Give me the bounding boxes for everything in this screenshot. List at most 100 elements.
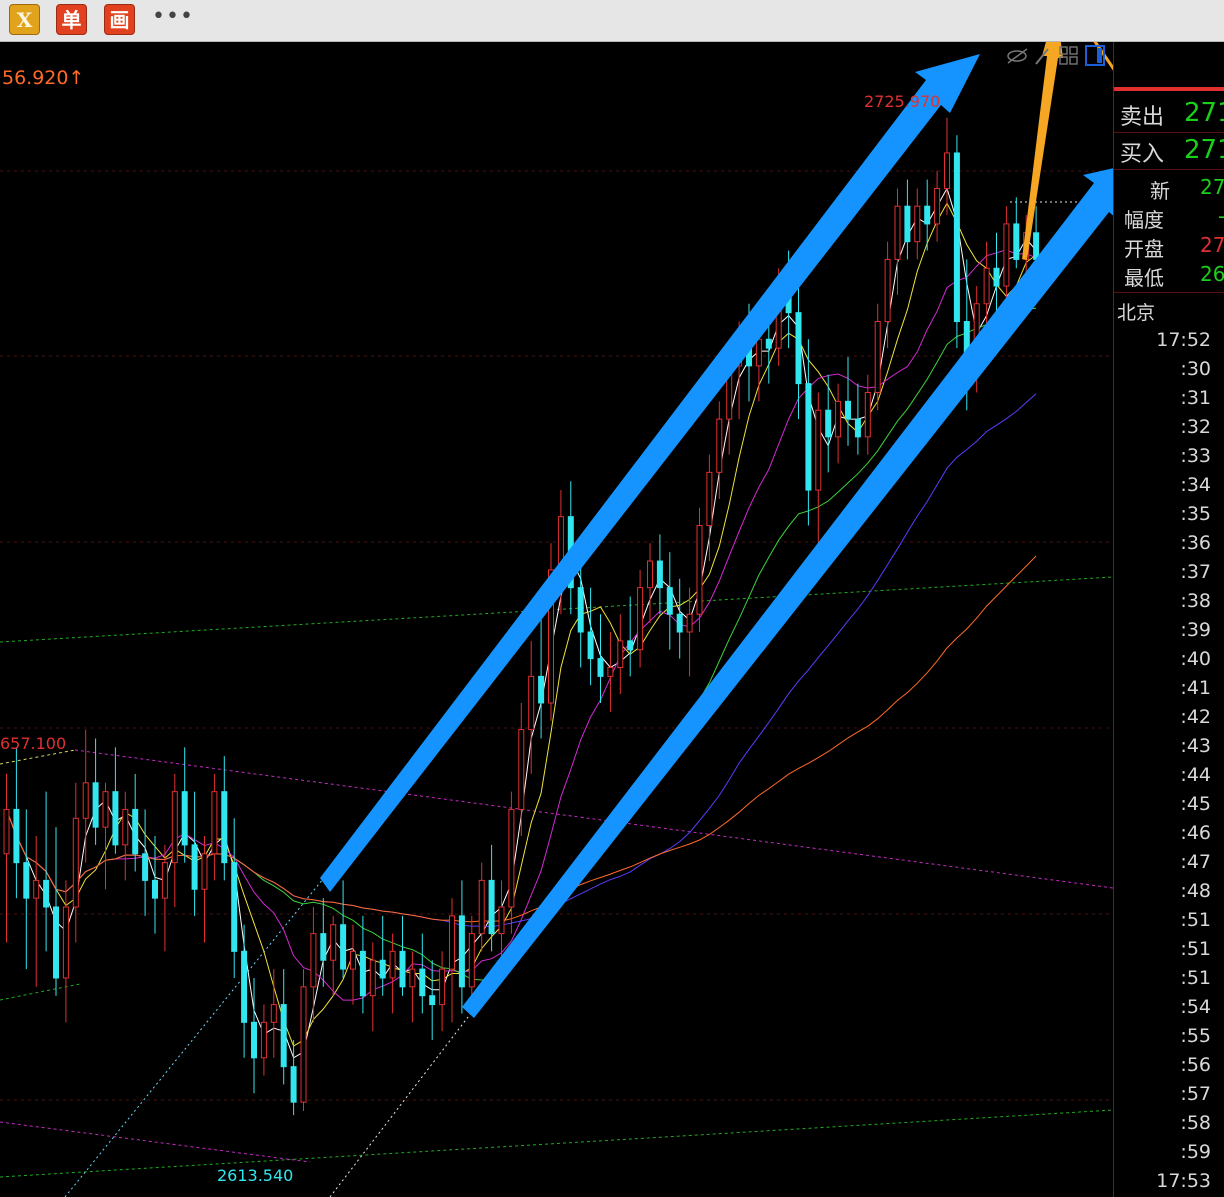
tick-time: 17:53 (1156, 1170, 1211, 1192)
candle-down (458, 915, 465, 988)
candle-up (72, 817, 79, 908)
candle-down (627, 640, 634, 651)
green-trendline-short (0, 983, 81, 1001)
candle-up (607, 666, 614, 677)
tick-time: :45 (1180, 793, 1211, 815)
tick-time: 17:52 (1156, 329, 1211, 351)
candle-up (409, 968, 416, 988)
candle-down (854, 418, 861, 438)
tick-time: :58 (1180, 1112, 1211, 1134)
candle-down (13, 808, 20, 864)
candle-up (171, 791, 178, 864)
candle-down (320, 933, 327, 961)
candle-down (399, 950, 406, 988)
candle-down (419, 968, 426, 997)
candle-up (864, 391, 871, 438)
candle-down (538, 675, 545, 704)
tick-time: :36 (1180, 532, 1211, 554)
candle-up (755, 338, 762, 367)
candle-down (825, 409, 832, 438)
candle-up (62, 906, 69, 979)
tick-time: :43 (1180, 735, 1211, 757)
tick-time: :40 (1180, 648, 1211, 670)
toolbar: X 单 画 ••• (0, 0, 1224, 42)
draw-button[interactable]: 画 (104, 4, 135, 35)
latest-label: 新 (1150, 179, 1170, 203)
more-button[interactable]: ••• (152, 4, 193, 35)
change-label: 幅度 (1124, 208, 1164, 232)
tick-time: :51 (1180, 938, 1211, 960)
candle-down (23, 862, 30, 899)
candle-down (231, 862, 238, 952)
tick-time: :51 (1180, 967, 1211, 989)
candle-up (706, 471, 713, 527)
low-label: 最低 (1124, 266, 1164, 290)
low-row: 最低 26 (1114, 262, 1224, 290)
candle-down (92, 782, 99, 828)
candle-down (340, 924, 347, 970)
candle-up (478, 879, 485, 935)
candle-down (112, 791, 119, 846)
open-value: 27 (1200, 233, 1224, 257)
quote-panel: 卖出 271 买入 271 新 27 幅度 - 开盘 27 最低 26 北京 1… (1113, 42, 1224, 1197)
candle-up (449, 915, 455, 970)
tick-time: :54 (1180, 996, 1211, 1018)
tick-time: :30 (1180, 358, 1211, 380)
candle-up (369, 959, 376, 997)
candle-up (439, 968, 446, 1006)
candle-up (102, 791, 109, 828)
candle-up (122, 808, 129, 846)
candle-up (1003, 223, 1010, 287)
candle-up (647, 560, 653, 589)
city-label: 北京 (1117, 302, 1156, 324)
candle-down (488, 879, 495, 935)
open-row: 开盘 27 (1114, 233, 1224, 261)
candle-down (676, 613, 683, 633)
pencil-icon[interactable] (1035, 48, 1049, 65)
candle-up (944, 152, 950, 189)
candle-down (1033, 232, 1040, 260)
low-value: 26 (1200, 262, 1224, 286)
candle-down (379, 959, 386, 979)
candle-down (191, 844, 198, 890)
candle-down (181, 791, 188, 846)
candle-down (765, 338, 772, 349)
candle-down (290, 1066, 297, 1103)
candlestick-chart[interactable]: 56.920↑ 2725.970 657.100 2613.540 A (0, 42, 1113, 1197)
buy-value: 271 (1184, 135, 1224, 165)
tick-time-list[interactable]: 17:52:30:31:32:33:34:35:36:37:38:39:40:4… (1114, 326, 1224, 1196)
sell-row[interactable]: 卖出 271 (1114, 97, 1224, 131)
candle-up (82, 782, 89, 819)
candle-up (637, 587, 644, 651)
tick-time: :44 (1180, 764, 1211, 786)
eye-hide-icon[interactable] (1007, 48, 1028, 64)
order-button[interactable]: 单 (56, 4, 87, 35)
candle-down (251, 1021, 257, 1059)
candle-down (577, 587, 584, 633)
sell-label: 卖出 (1120, 105, 1165, 130)
x-button[interactable]: X (9, 4, 40, 35)
tick-time: :56 (1180, 1054, 1211, 1076)
tick-time: :46 (1180, 822, 1211, 844)
candle-up (201, 853, 208, 890)
candle-down (221, 791, 228, 864)
row-divider (1114, 169, 1224, 170)
candle-down (280, 1004, 287, 1068)
candle-up (983, 267, 990, 305)
buy-row[interactable]: 买入 271 (1114, 134, 1224, 168)
candle-down (53, 906, 59, 979)
candle-up (330, 924, 337, 961)
candle-up (468, 933, 475, 988)
tick-time: :32 (1180, 416, 1211, 438)
candle-down (587, 631, 594, 660)
candle-down (152, 879, 158, 899)
tick-time: :33 (1180, 445, 1211, 467)
candle-up (260, 1021, 267, 1059)
candle-up (934, 187, 941, 225)
latest-value: 27 (1200, 175, 1224, 199)
panel-toggle-icon[interactable] (1085, 45, 1105, 66)
candle-up (686, 613, 693, 633)
tick-time: :55 (1180, 1025, 1211, 1047)
candle-down (241, 950, 248, 1023)
candle-up (270, 1004, 277, 1023)
